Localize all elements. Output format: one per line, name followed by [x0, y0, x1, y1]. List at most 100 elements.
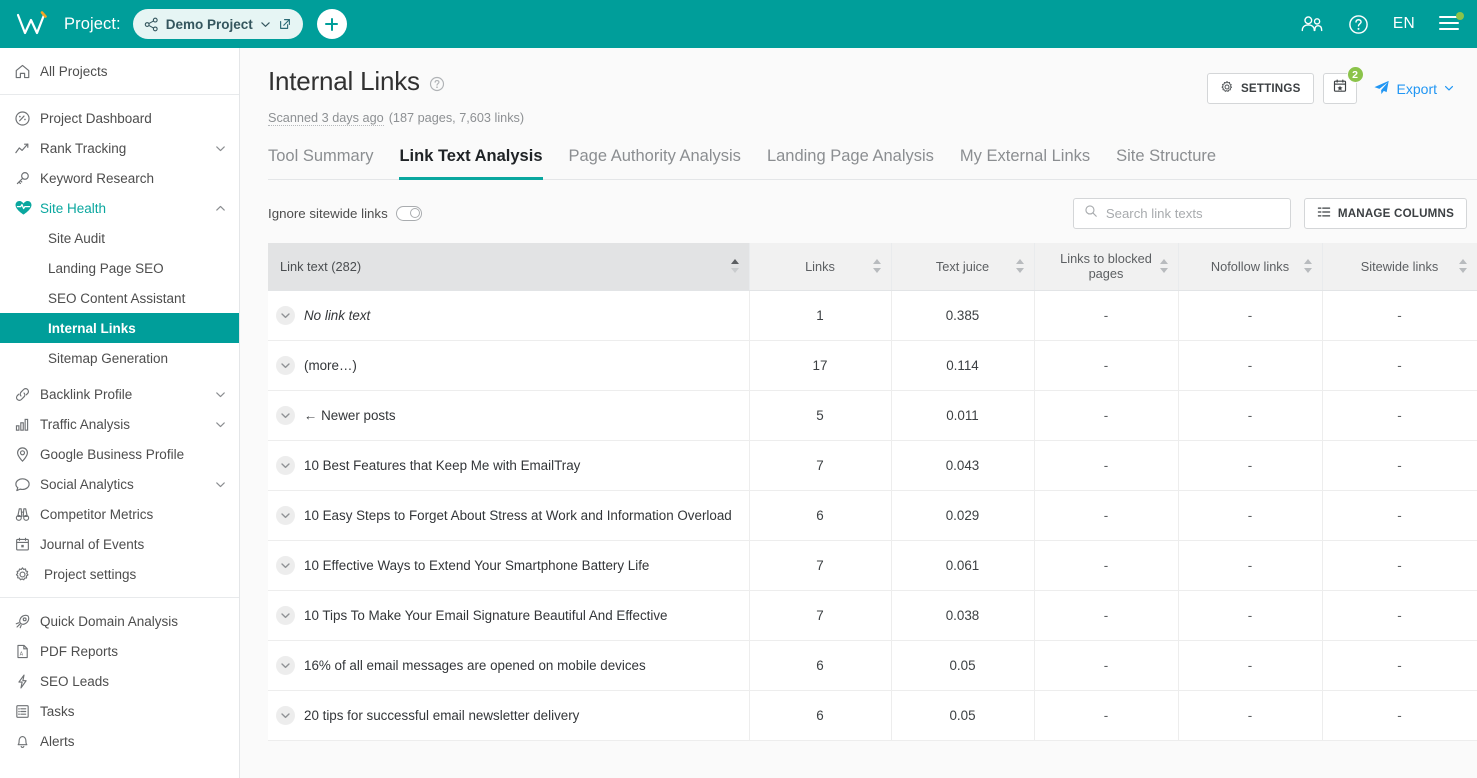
project-selector-chip[interactable]: Demo Project — [133, 9, 303, 39]
search-box[interactable] — [1073, 198, 1291, 229]
expand-row-button[interactable] — [276, 506, 295, 525]
chevron-down-icon[interactable] — [214, 478, 227, 491]
column-header-links[interactable]: Links — [749, 243, 891, 290]
sidebar-item-rank-tracking[interactable]: Rank Tracking — [0, 133, 239, 163]
column-header-sitewide-links[interactable]: Sitewide links — [1322, 243, 1477, 290]
calendar-icon — [14, 536, 40, 553]
sidebar-item-tasks[interactable]: Tasks — [0, 696, 239, 726]
add-project-button[interactable] — [317, 9, 347, 39]
app-logo[interactable] — [14, 9, 54, 39]
users-icon[interactable] — [1300, 14, 1324, 34]
question-circle-icon[interactable] — [429, 76, 445, 92]
ignore-sitewide-toggle[interactable] — [396, 206, 422, 221]
sidebar-item-pdf-reports[interactable]: A PDF Reports — [0, 636, 239, 666]
sidebar-item-competitor-metrics[interactable]: Competitor Metrics — [0, 499, 239, 529]
table-row[interactable]: 16% of all email messages are opened on … — [268, 640, 1477, 690]
sidebar-item-project-dashboard[interactable]: Project Dashboard — [0, 103, 239, 133]
tab-page-authority-analysis[interactable]: Page Authority Analysis — [569, 147, 741, 179]
key-icon — [14, 170, 40, 187]
link-text-value[interactable]: No link text — [304, 308, 370, 323]
sidebar-item-site-audit[interactable]: Site Audit — [0, 223, 239, 253]
expand-row-button[interactable] — [276, 456, 295, 475]
column-header-link-text[interactable]: Link text (282) — [268, 243, 749, 290]
date-range-button[interactable]: 2 — [1323, 73, 1357, 104]
chevron-down-icon[interactable] — [214, 418, 227, 431]
tab-site-structure[interactable]: Site Structure — [1116, 147, 1216, 179]
link-text-value[interactable]: 16% of all email messages are opened on … — [304, 658, 646, 673]
manage-columns-button[interactable]: MANAGE COLUMNS — [1304, 198, 1467, 229]
sidebar-item-project-settings[interactable]: Project settings — [0, 559, 239, 589]
link-text-value[interactable]: 10 Best Features that Keep Me with Email… — [304, 458, 580, 473]
sidebar-item-quick-domain-analysis[interactable]: Quick Domain Analysis — [0, 606, 239, 636]
expand-row-button[interactable] — [276, 706, 295, 725]
expand-row-button[interactable] — [276, 406, 295, 425]
sidebar-item-site-health[interactable]: Site Health — [0, 193, 239, 223]
column-label: Links — [805, 259, 835, 274]
sidebar-item-traffic-analysis[interactable]: Traffic Analysis — [0, 409, 239, 439]
sidebar-item-landing-page-seo[interactable]: Landing Page SEO — [0, 253, 239, 283]
expand-row-button[interactable] — [276, 556, 295, 575]
sidebar-item-google-business-profile[interactable]: Google Business Profile — [0, 439, 239, 469]
language-selector[interactable]: EN — [1393, 15, 1415, 33]
link-text-value[interactable]: 10 Easy Steps to Forget About Stress at … — [304, 508, 732, 523]
chevron-down-icon[interactable] — [260, 19, 271, 30]
link-text-value[interactable]: 20 tips for successful email newsletter … — [304, 708, 579, 723]
sidebar-item-seo-leads[interactable]: SEO Leads — [0, 666, 239, 696]
expand-row-button[interactable] — [276, 306, 295, 325]
external-link-icon[interactable] — [278, 17, 292, 31]
scanned-time[interactable]: Scanned 3 days ago — [268, 111, 384, 126]
chevron-down-icon[interactable] — [214, 142, 227, 155]
links-value: 6 — [749, 490, 891, 540]
sidebar-group-top: All Projects — [0, 48, 239, 94]
table-row[interactable]: 10 Effective Ways to Extend Your Smartph… — [268, 540, 1477, 590]
help-icon[interactable] — [1348, 14, 1369, 35]
bar-chart-icon — [14, 416, 40, 433]
expand-row-button[interactable] — [276, 656, 295, 675]
tab-my-external-links[interactable]: My External Links — [960, 147, 1090, 179]
export-button[interactable]: Export — [1366, 78, 1465, 100]
sidebar-item-internal-links[interactable]: Internal Links — [0, 313, 239, 343]
column-header-text-juice[interactable]: Text juice — [891, 243, 1034, 290]
tab-link-text-analysis[interactable]: Link Text Analysis — [399, 147, 542, 179]
tab-landing-page-analysis[interactable]: Landing Page Analysis — [767, 147, 934, 179]
sidebar-item-social-analytics[interactable]: Social Analytics — [0, 469, 239, 499]
chevron-down-icon[interactable] — [1443, 81, 1455, 97]
sidebar-item-sitemap-generation[interactable]: Sitemap Generation — [0, 343, 239, 373]
table-row[interactable]: 10 Tips To Make Your Email Signature Bea… — [268, 590, 1477, 640]
table-row[interactable]: 10 Easy Steps to Forget About Stress at … — [268, 490, 1477, 540]
table-row[interactable]: No link text 1 0.385 - - - — [268, 290, 1477, 340]
table-row[interactable]: 20 tips for successful email newsletter … — [268, 690, 1477, 740]
sort-indicator[interactable] — [731, 259, 740, 273]
sidebar-item-keyword-research[interactable]: Keyword Research — [0, 163, 239, 193]
sort-indicator[interactable] — [873, 259, 882, 273]
link-text-value[interactable]: (more…) — [304, 358, 357, 373]
sort-indicator[interactable] — [1160, 259, 1169, 273]
table-row[interactable]: (more…) 17 0.114 - - - — [268, 340, 1477, 390]
sidebar-item-journal-of-events[interactable]: Journal of Events — [0, 529, 239, 559]
column-header-nofollow-links[interactable]: Nofollow links — [1178, 243, 1322, 290]
sort-indicator[interactable] — [1016, 259, 1025, 273]
table-row[interactable]: ← Newer posts 5 0.011 - - - — [268, 390, 1477, 440]
sidebar-item-alerts[interactable]: Alerts — [0, 726, 239, 756]
hamburger-menu-icon[interactable] — [1439, 15, 1461, 33]
sort-indicator[interactable] — [1459, 259, 1468, 273]
link-text-value[interactable]: 10 Effective Ways to Extend Your Smartph… — [304, 558, 649, 573]
link-text-value[interactable]: ← Newer posts — [304, 408, 396, 423]
table-row[interactable]: 10 Best Features that Keep Me with Email… — [268, 440, 1477, 490]
ignore-sitewide-control[interactable]: Ignore sitewide links — [268, 206, 422, 221]
settings-button[interactable]: SETTINGS — [1207, 73, 1314, 104]
sidebar-item-seo-content-assistant[interactable]: SEO Content Assistant — [0, 283, 239, 313]
expand-row-button[interactable] — [276, 356, 295, 375]
sidebar-item-backlink-profile[interactable]: Backlink Profile — [0, 379, 239, 409]
expand-row-button[interactable] — [276, 606, 295, 625]
search-input[interactable] — [1106, 206, 1280, 221]
link-text-value[interactable]: 10 Tips To Make Your Email Signature Bea… — [304, 608, 668, 623]
calendar-icon — [1332, 78, 1348, 99]
chevron-down-icon[interactable] — [214, 388, 227, 401]
column-header-links-to-blocked-pages[interactable]: Links to blocked pages — [1034, 243, 1178, 290]
tab-tool-summary[interactable]: Tool Summary — [268, 147, 373, 179]
chevron-up-icon[interactable] — [214, 202, 227, 215]
sidebar-item-all-projects[interactable]: All Projects — [0, 56, 239, 86]
blocked-pages-value: - — [1034, 290, 1178, 340]
sort-indicator[interactable] — [1304, 259, 1313, 273]
